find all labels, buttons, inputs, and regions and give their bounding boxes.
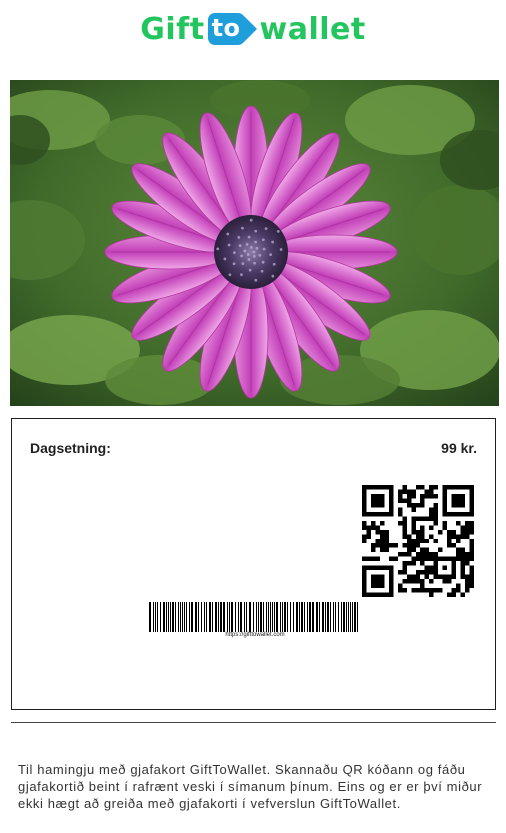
price-value: 99 kr.: [441, 440, 477, 456]
logo-badge-to: to: [207, 13, 257, 45]
brand-logo: Gift to wallet: [0, 6, 506, 52]
divider: [11, 722, 496, 723]
barcode-url: https://gifttowallet.com: [225, 632, 285, 638]
gift-card-photo: [10, 80, 499, 406]
date-label: Dagsetning:: [30, 440, 111, 456]
logo-text-gift: Gift: [140, 11, 205, 47]
barcode-icon: [149, 602, 358, 632]
flower-image: [10, 80, 499, 406]
congratulation-message: Til hamingju með gjafakort GiftToWallet.…: [18, 762, 483, 811]
logo-text-wallet: wallet: [259, 11, 366, 47]
gift-card-panel: Dagsetning: 99 kr. https://gifttowallet.…: [11, 418, 496, 710]
qr-code-icon: [362, 485, 474, 597]
